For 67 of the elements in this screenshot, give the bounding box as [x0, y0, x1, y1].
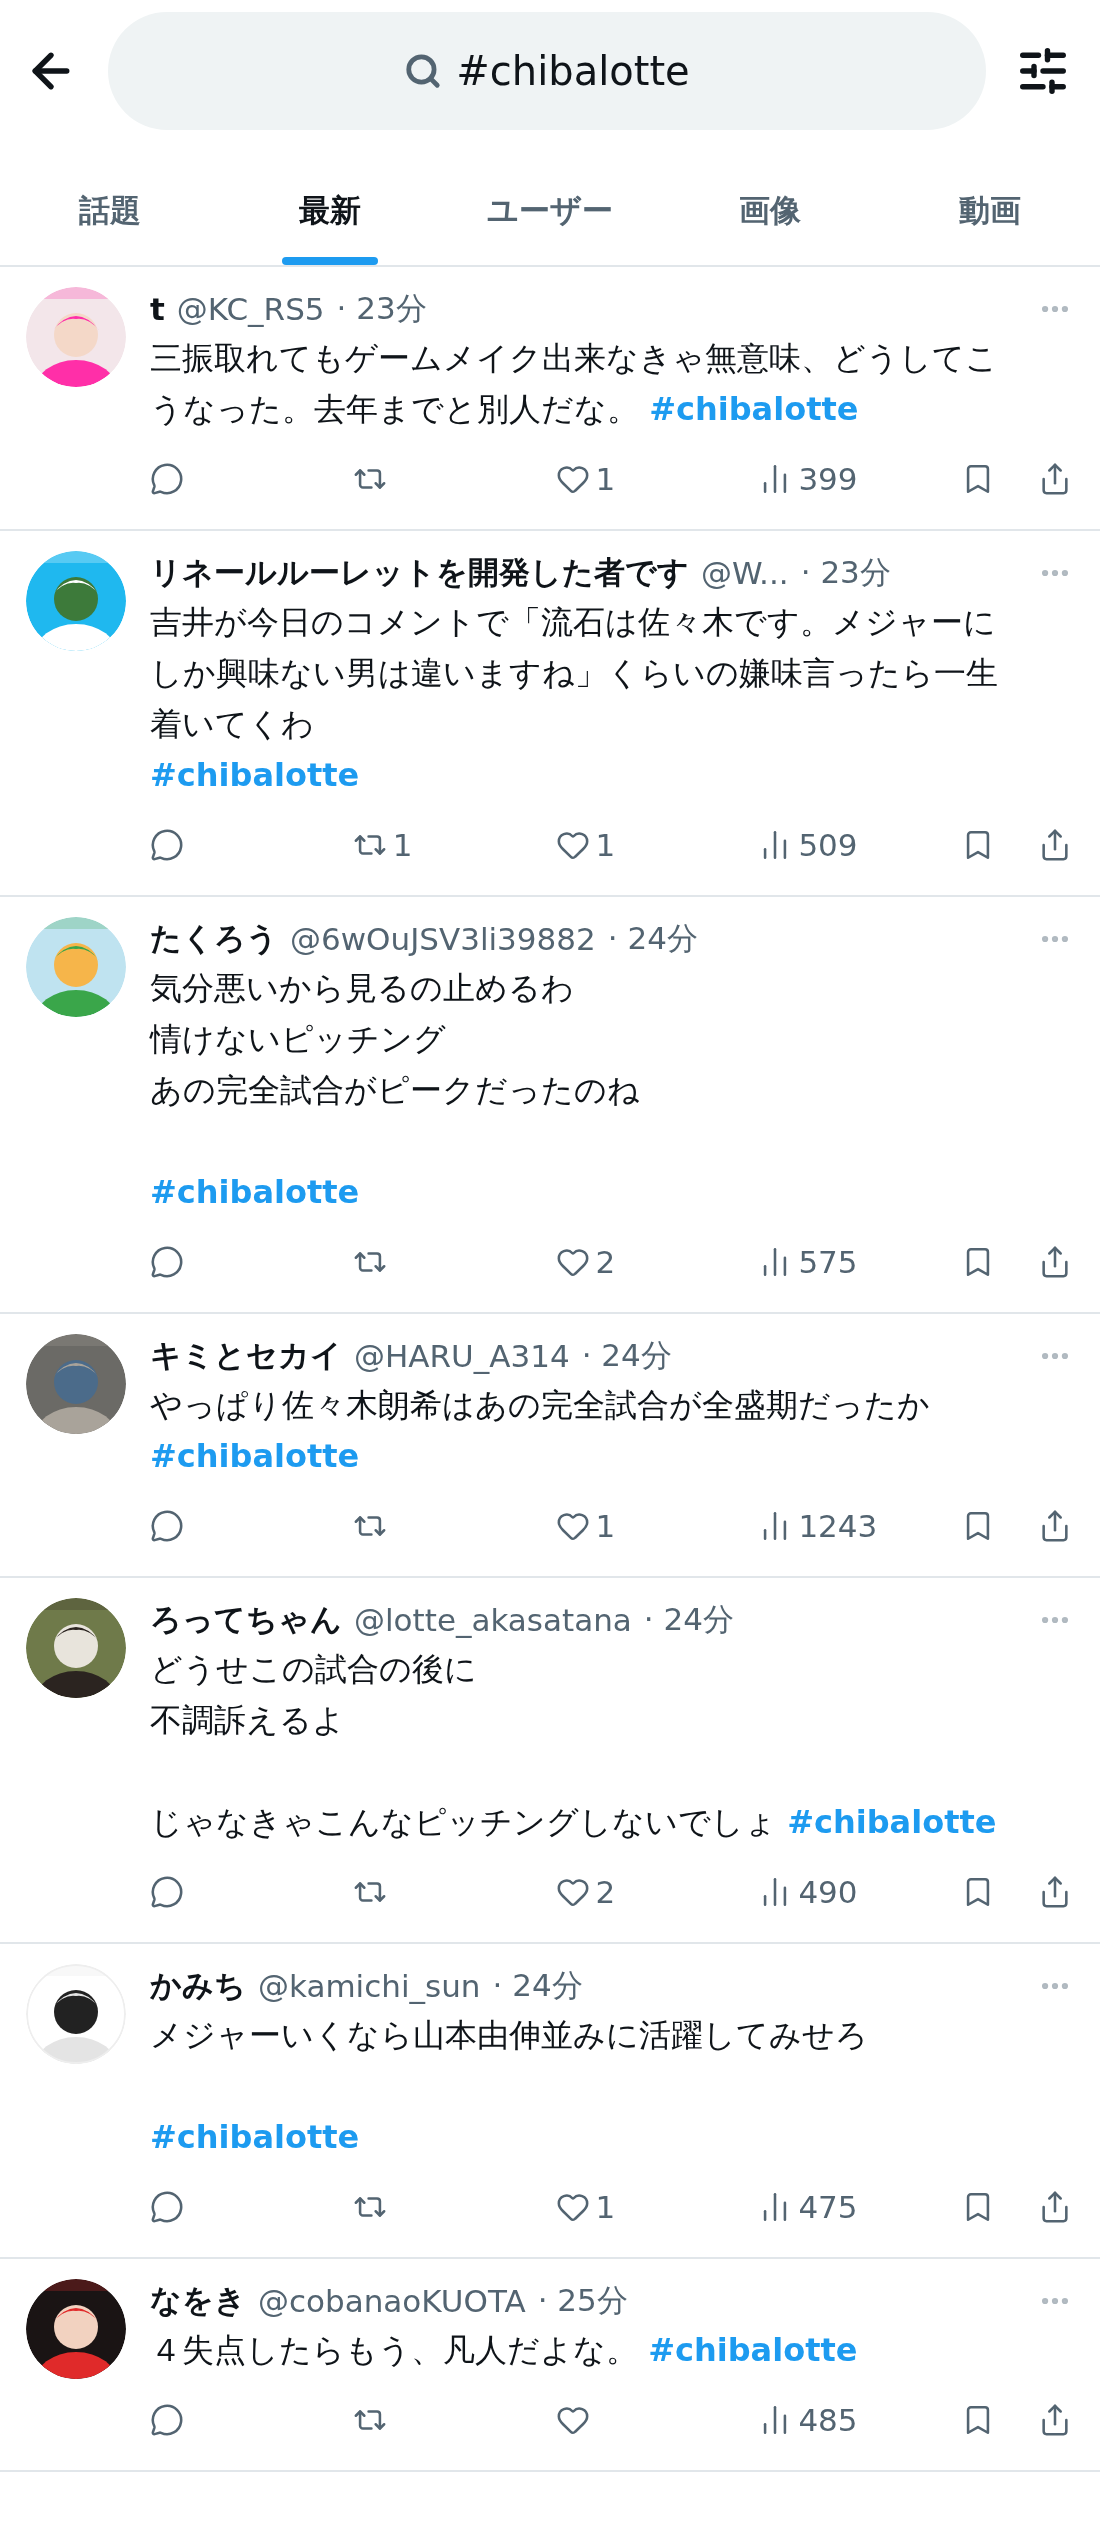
tweet-text: じゃなきゃこんなピッチングしないでしょ #chibalotte — [150, 1802, 998, 1843]
user-handle: @KC_RS5 — [176, 291, 325, 327]
views-button[interactable]: 1243 — [758, 1508, 878, 1544]
like-button[interactable]: 1 — [555, 2189, 616, 2225]
user-handle: @6wOuJSV3li39882 — [290, 921, 596, 957]
views-button[interactable]: 475 — [758, 2189, 858, 2225]
user-handle: @kamichi_sun — [258, 1968, 481, 2004]
user-handle: @lotte_akasatana — [354, 1602, 632, 1638]
search-field[interactable]: #chibalotte — [108, 12, 986, 130]
tab[interactable]: 最新 — [220, 148, 440, 265]
reply-button[interactable] — [150, 1509, 184, 1543]
tweet-text: 情けないピッチング — [150, 1019, 447, 1060]
speech-bubble-icon — [150, 1245, 184, 1279]
tweet-text: やっぱり佐々木朗希はあの完全試合が全盛期だったか — [150, 1385, 931, 1426]
tab[interactable]: 動画 — [880, 148, 1100, 265]
like-button[interactable]: 1 — [555, 461, 616, 497]
user-name: リネールルーレットを開発した者です — [150, 553, 689, 592]
tweet-text: メジャーいくなら山本由伸並みに活躍してみせろ — [150, 2015, 869, 2056]
post-time: · 25分 — [537, 2281, 628, 2320]
user-name: ろってちゃん — [150, 1600, 342, 1639]
tweet-text: 吉井が今日のコメントで「流石は佐々木です。メジャーにしか興味ない男は違いますね」くらいの嫌味言ったら一生着いてくわ — [150, 602, 999, 745]
tweet-text: 三振取れてもゲームメイク出来なきゃ無意味、どうしてこうなった。去年までと別人だな。 #chibalotte — [150, 338, 999, 430]
reply-button[interactable] — [150, 1245, 184, 1279]
tweet-text: あの完全試合がピークだったのね — [150, 1070, 641, 1111]
post-time: · 23分 — [336, 289, 427, 328]
tab[interactable]: 話題 — [0, 148, 220, 265]
user-handle: @W... — [701, 555, 789, 591]
user-name: キミとセカイ — [150, 1336, 342, 1375]
views-button[interactable]: 485 — [758, 2402, 858, 2438]
post-time: · 24分 — [607, 919, 698, 958]
speech-bubble-icon — [150, 2190, 184, 2224]
post-time: · 24分 — [581, 1336, 672, 1375]
views-button[interactable]: 399 — [758, 461, 858, 497]
post-time: · 24分 — [643, 1600, 734, 1639]
repost-button[interactable]: 1 — [352, 827, 413, 863]
views-button[interactable]: 490 — [758, 1874, 858, 1910]
speech-bubble-icon — [150, 1875, 184, 1909]
user-handle: @cobanaoKUOTA — [258, 2283, 526, 2319]
tweet-text: ４失点したらもう、凡人だよな。 #chibalotte — [150, 2330, 859, 2371]
views-button[interactable]: 509 — [758, 827, 858, 863]
reply-button[interactable] — [150, 2190, 184, 2224]
speech-bubble-icon — [150, 2403, 184, 2437]
views-button[interactable]: 575 — [758, 1244, 858, 1280]
post-time: · 23分 — [800, 553, 891, 592]
reply-button[interactable] — [150, 1875, 184, 1909]
user-handle: @HARU_A314 — [354, 1338, 570, 1374]
reply-button[interactable] — [150, 462, 184, 496]
reply-button[interactable] — [150, 828, 184, 862]
tab[interactable]: ユーザー — [440, 148, 660, 265]
like-button[interactable]: 2 — [555, 1874, 616, 1910]
like-button[interactable]: 1 — [555, 1508, 616, 1544]
tweet-text: どうせこの試合の後に — [150, 1649, 478, 1690]
like-button[interactable]: 1 — [555, 827, 616, 863]
post-time: · 24分 — [492, 1966, 583, 2005]
user-name: t — [150, 291, 165, 327]
tab[interactable]: 画像 — [660, 148, 880, 265]
user-name: たくろう — [150, 919, 278, 958]
speech-bubble-icon — [150, 828, 184, 862]
reply-button[interactable] — [150, 2403, 184, 2437]
like-button[interactable]: 2 — [555, 1244, 616, 1280]
tweet-text: 不調訴えるよ — [150, 1700, 346, 1741]
speech-bubble-icon — [150, 462, 184, 496]
user-name: かみち — [150, 1966, 246, 2005]
speech-bubble-icon — [150, 1509, 184, 1543]
tweet-text: 気分悪いから見るの止めるわ — [150, 968, 575, 1009]
user-name: なをき — [150, 2281, 246, 2320]
search-icon — [404, 52, 443, 90]
